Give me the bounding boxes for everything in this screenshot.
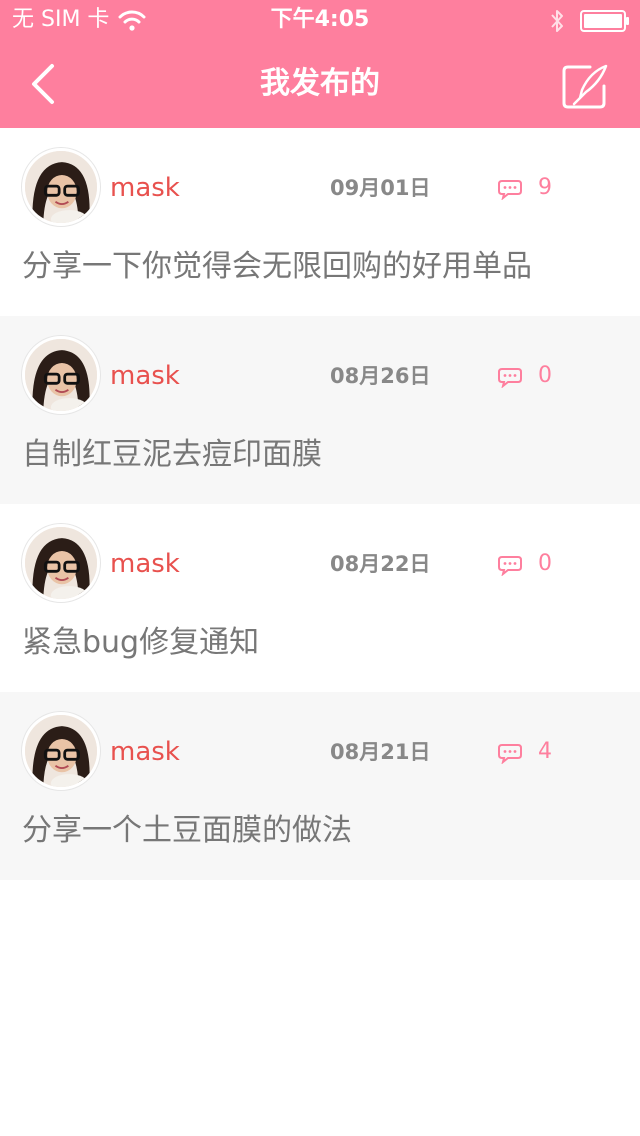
comment-count: 0: [538, 551, 552, 576]
post-title[interactable]: 分享一下你觉得会无限回购的好用单品: [22, 246, 532, 288]
battery-icon: [580, 10, 629, 32]
comment-count: 9: [538, 175, 552, 200]
post-author[interactable]: mask: [110, 736, 180, 768]
compose-button[interactable]: [560, 62, 610, 112]
comment-icon: [498, 180, 522, 200]
avatar: [22, 524, 100, 602]
comment-icon: [498, 556, 522, 576]
post-list: mask 09月01日 9 分享一下你觉得会无限回购的好用单品 mask 08月…: [0, 128, 640, 880]
top-bar: 无 SIM 卡 下午4:05 我发布的: [0, 0, 640, 128]
comment-count: 4: [538, 739, 552, 764]
comment-icon: [498, 368, 522, 388]
post-title[interactable]: 自制红豆泥去痘印面膜: [22, 434, 322, 476]
avatar: [22, 712, 100, 790]
post-author[interactable]: mask: [110, 360, 180, 392]
comment-count: 0: [538, 363, 552, 388]
post-title[interactable]: 紧急bug修复通知: [22, 622, 259, 664]
post-title[interactable]: 分享一个土豆面膜的做法: [22, 810, 352, 852]
post-item[interactable]: mask 08月22日 0 紧急bug修复通知: [0, 504, 640, 692]
post-author[interactable]: mask: [110, 548, 180, 580]
avatar: [22, 148, 100, 226]
post-item[interactable]: mask 08月26日 0 自制红豆泥去痘印面膜: [0, 316, 640, 504]
post-item[interactable]: mask 08月21日 4 分享一个土豆面膜的做法: [0, 692, 640, 880]
status-bar: 无 SIM 卡 下午4:05: [0, 0, 640, 40]
post-date: 09月01日: [330, 176, 431, 200]
nav-bar: 我发布的: [0, 40, 640, 128]
post-author[interactable]: mask: [110, 172, 180, 204]
post-date: 08月21日: [330, 740, 431, 764]
status-time: 下午4:05: [270, 7, 370, 32]
post-date: 08月22日: [330, 552, 431, 576]
comment-icon: [498, 744, 522, 764]
bluetooth-icon: [551, 10, 563, 32]
post-item[interactable]: mask 09月01日 9 分享一下你觉得会无限回购的好用单品: [0, 128, 640, 316]
post-date: 08月26日: [330, 364, 431, 388]
avatar: [22, 336, 100, 414]
page-title: 我发布的: [260, 66, 380, 101]
